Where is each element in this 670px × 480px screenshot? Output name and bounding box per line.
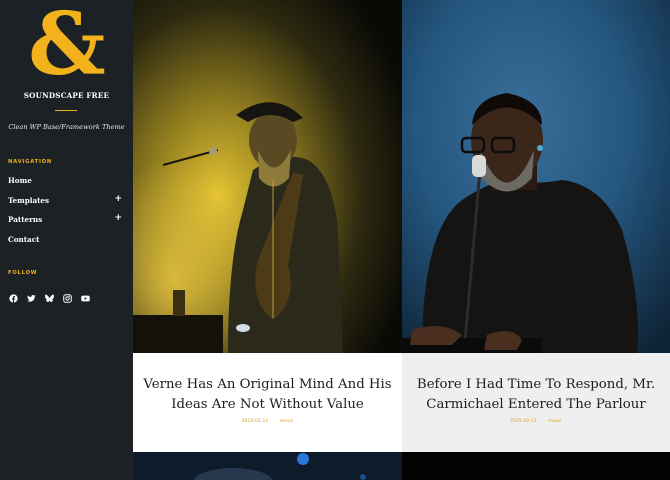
post-title[interactable]: Before I Had Time To Respond, Mr. Carmic… <box>412 375 660 414</box>
page: & SOUNDSCAPE FREE Clean WP Base/Framewor… <box>0 0 670 480</box>
post-summary: Before I Had Time To Respond, Mr. Carmic… <box>402 353 670 452</box>
navigation-heading: NAVIGATION <box>8 159 53 165</box>
nav-item-label: Contact <box>8 234 40 244</box>
facebook-icon[interactable] <box>9 288 18 303</box>
site-title[interactable]: SOUNDSCAPE FREE <box>0 91 133 100</box>
post-card[interactable]: Before I Had Time To Respond, Mr. Carmic… <box>402 0 670 452</box>
twitter-icon[interactable] <box>27 288 36 302</box>
post-title[interactable]: Verne Has An Original Mind And His Ideas… <box>143 375 392 414</box>
submenu-toggle-icon[interactable]: + <box>114 213 122 223</box>
nav-item-label: Templates <box>8 195 50 205</box>
follow-heading: FOLLOW <box>8 270 38 276</box>
nav-item-patterns[interactable]: Patterns + <box>8 213 122 235</box>
post-card[interactable]: Verne Has An Original Mind And His Ideas… <box>133 0 402 452</box>
post-featured-image[interactable] <box>402 0 670 353</box>
post-meta: 2025-02-11 music <box>133 419 402 424</box>
post-date: 2025-02-11 <box>510 419 537 424</box>
nav-item-templates[interactable]: Templates + <box>8 194 122 216</box>
post-featured-image-partial[interactable] <box>133 452 402 480</box>
post-meta: 2025-02-11 music <box>402 419 670 424</box>
post-featured-image[interactable] <box>133 0 402 353</box>
post-date: 2025-02-11 <box>241 419 269 424</box>
title-divider <box>55 110 77 111</box>
youtube-icon[interactable] <box>81 288 90 302</box>
post-summary: Verne Has An Original Mind And His Ideas… <box>133 353 402 452</box>
main-navigation: Home Templates + Patterns + Contact <box>8 176 122 254</box>
social-links <box>9 288 90 303</box>
nav-item-contact[interactable]: Contact <box>8 235 122 255</box>
sidebar: & SOUNDSCAPE FREE Clean WP Base/Framewor… <box>0 0 133 480</box>
nav-item-label: Home <box>8 176 32 185</box>
post-category[interactable]: music <box>548 419 562 424</box>
post-category[interactable]: music <box>280 419 294 424</box>
nav-item-label: Patterns <box>8 215 43 224</box>
bluesky-icon[interactable] <box>45 288 54 303</box>
instagram-icon[interactable] <box>63 288 72 303</box>
site-logo[interactable]: & <box>22 2 112 88</box>
submenu-toggle-icon[interactable]: + <box>114 194 122 204</box>
post-featured-image-partial[interactable] <box>402 452 670 480</box>
nav-item-home[interactable]: Home <box>8 176 122 196</box>
site-tagline: Clean WP Base/Framework Theme <box>8 123 125 131</box>
